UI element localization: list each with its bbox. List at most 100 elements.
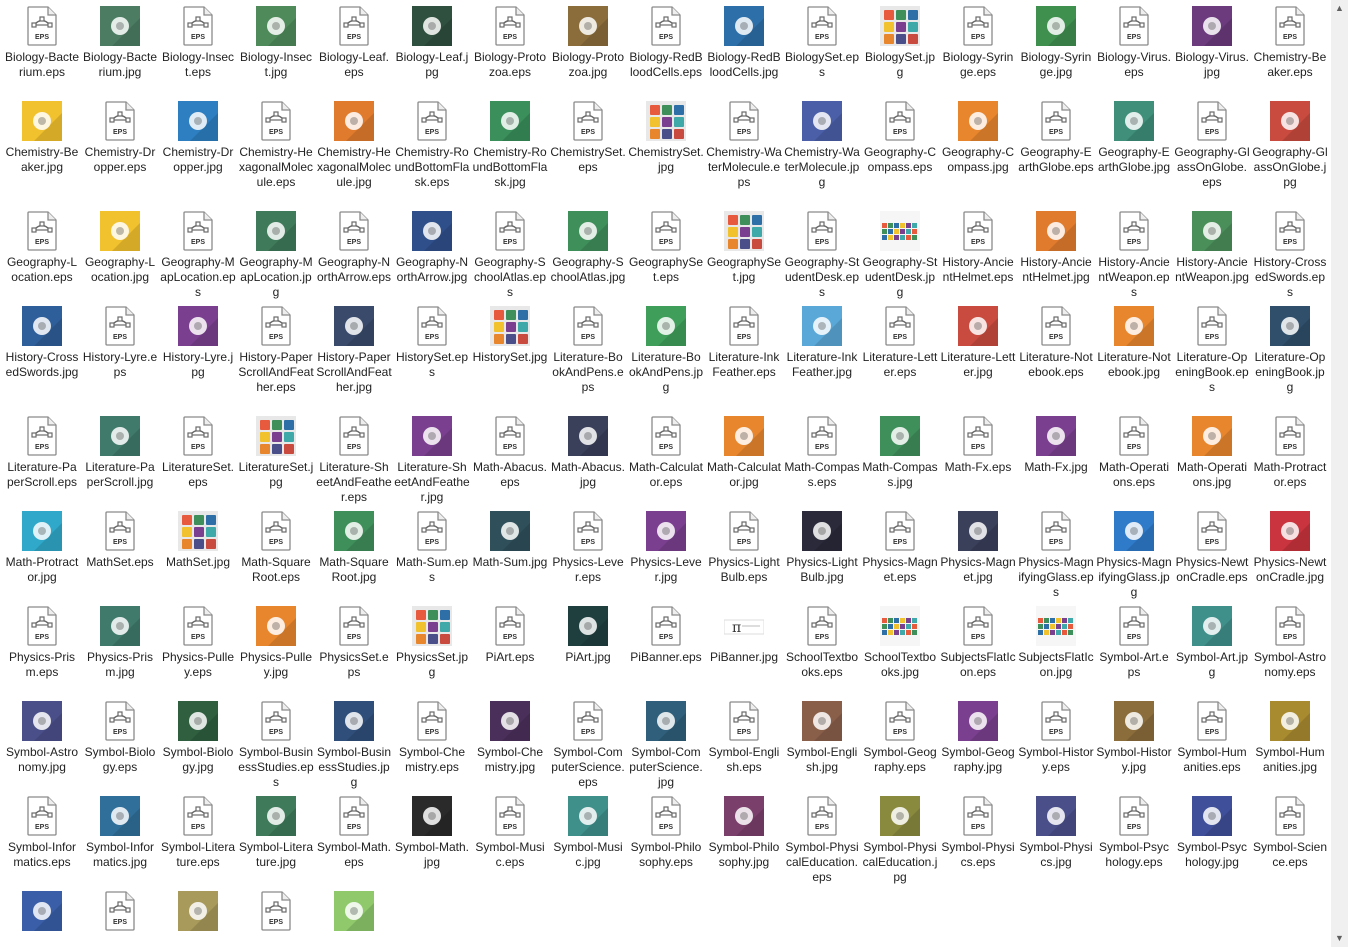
file-item[interactable]: EPS Symbol-Informatics.eps: [3, 792, 81, 870]
file-item[interactable]: EPS Symbol-Art.eps: [1095, 602, 1173, 680]
file-item[interactable]: EPS History-Lyre.eps: [81, 302, 159, 380]
file-item[interactable]: EPS Chemistry-Beaker.eps: [1251, 2, 1329, 80]
file-item[interactable]: EPS Biology-Insect.eps: [159, 2, 237, 80]
file-item[interactable]: Symbol-Psychology.jpg: [1173, 792, 1251, 870]
file-item[interactable]: EPS Symbol-Literature.eps: [159, 792, 237, 870]
file-item[interactable]: Chemistry-HexagonalMolecule.jpg: [315, 97, 393, 190]
file-item[interactable]: EPS Literature-InkFeather.eps: [705, 302, 783, 380]
file-item[interactable]: Biology-RedBloodCells.jpg: [705, 2, 783, 80]
file-item[interactable]: Symbol-Art.jpg: [1173, 602, 1251, 680]
file-item[interactable]: EPS Symbol-Geography.eps: [861, 697, 939, 775]
file-item[interactable]: Symbol-Music.jpg: [549, 792, 627, 870]
file-item[interactable]: EPS LiteratureSet.eps: [159, 412, 237, 490]
file-item[interactable]: EPS Math-Abacus.eps: [471, 412, 549, 490]
file-item[interactable]: Physics-MagnifyingGlass.jpg: [1095, 507, 1173, 600]
file-item[interactable]: Physics-Prism.jpg: [81, 602, 159, 680]
file-item[interactable]: EPS MathSet.eps: [81, 507, 159, 570]
file-item[interactable]: History-AncientHelmet.jpg: [1017, 207, 1095, 285]
file-item[interactable]: EPS Symbol-Astronomy.eps: [1251, 602, 1329, 680]
file-item[interactable]: Symbol-Physics.jpg: [1017, 792, 1095, 870]
file-item[interactable]: GeographySet.jpg: [705, 207, 783, 285]
file-item[interactable]: Biology-Bacterium.jpg: [81, 2, 159, 80]
file-item[interactable]: Geography-Location.jpg: [81, 207, 159, 285]
file-item[interactable]: Biology-Insect.jpg: [237, 2, 315, 80]
file-item[interactable]: Geography-StudentDesk.jpg: [861, 207, 939, 300]
file-item[interactable]: Geography-GlassOnGlobe.jpg: [1251, 97, 1329, 190]
file-item[interactable]: Math-Abacus.jpg: [549, 412, 627, 490]
file-item[interactable]: EPS Chemistry-RoundBottomFlask.eps: [393, 97, 471, 190]
file-item[interactable]: EPS Symbol-History.eps: [1017, 697, 1095, 775]
file-item[interactable]: Literature-Letter.jpg: [939, 302, 1017, 380]
file-item[interactable]: Math-Compass.jpg: [861, 412, 939, 490]
file-item[interactable]: Literature-Notebook.jpg: [1095, 302, 1173, 380]
file-item[interactable]: EPS Chemistry-HexagonalMolecule.eps: [237, 97, 315, 190]
file-item[interactable]: Symbol-Humanities.jpg: [1251, 697, 1329, 775]
file-item[interactable]: Biology-Virus.jpg: [1173, 2, 1251, 80]
file-item[interactable]: Literature-BookAndPens.jpg: [627, 302, 705, 395]
file-item[interactable]: EPS Literature-Letter.eps: [861, 302, 939, 380]
file-item[interactable]: EPS Symbol-English.eps: [705, 697, 783, 775]
file-item[interactable]: EPS HistorySet.eps: [393, 302, 471, 380]
file-item[interactable]: EPS Symbol-BusinessStudies.eps: [237, 697, 315, 790]
file-item[interactable]: History-AncientWeapon.jpg: [1173, 207, 1251, 285]
file-item[interactable]: EPS: [81, 887, 159, 935]
file-item[interactable]: Chemistry-WaterMolecule.jpg: [783, 97, 861, 190]
file-item[interactable]: Literature-OpeningBook.jpg: [1251, 302, 1329, 395]
file-item[interactable]: Geography-NorthArrow.jpg: [393, 207, 471, 285]
file-item[interactable]: EPS History-AncientHelmet.eps: [939, 207, 1017, 285]
scroll-up-icon[interactable]: ▲: [1331, 0, 1348, 17]
file-item[interactable]: EPS Math-Sum.eps: [393, 507, 471, 585]
file-item[interactable]: EPS Symbol-Biology.eps: [81, 697, 159, 775]
file-item[interactable]: EPS Literature-Notebook.eps: [1017, 302, 1095, 380]
file-item[interactable]: Chemistry-Dropper.jpg: [159, 97, 237, 175]
file-item[interactable]: Biology-Syringe.jpg: [1017, 2, 1095, 80]
file-item[interactable]: EPS Symbol-PhysicalEducation.eps: [783, 792, 861, 885]
file-item[interactable]: Symbol-ComputerScience.jpg: [627, 697, 705, 790]
file-item[interactable]: MathSet.jpg: [159, 507, 237, 570]
file-item[interactable]: EPS Geography-GlassOnGlobe.eps: [1173, 97, 1251, 190]
file-item[interactable]: Chemistry-RoundBottomFlask.jpg: [471, 97, 549, 190]
file-item[interactable]: EPS Biology-RedBloodCells.eps: [627, 2, 705, 80]
file-item[interactable]: [315, 887, 393, 935]
file-item[interactable]: EPS BiologySet.eps: [783, 2, 861, 80]
file-item[interactable]: Physics-Magnet.jpg: [939, 507, 1017, 585]
file-item[interactable]: Geography-EarthGlobe.jpg: [1095, 97, 1173, 175]
file-item[interactable]: Literature-InkFeather.jpg: [783, 302, 861, 380]
vertical-scrollbar[interactable]: ▲ ▼: [1331, 0, 1348, 947]
file-item[interactable]: EPS Symbol-ComputerScience.eps: [549, 697, 627, 790]
file-item[interactable]: EPS History-CrossedSwords.eps: [1251, 207, 1329, 300]
file-item[interactable]: EPS Physics-NewtonCradle.eps: [1173, 507, 1251, 585]
file-item[interactable]: EPS Symbol-Music.eps: [471, 792, 549, 870]
file-item[interactable]: BiologySet.jpg: [861, 2, 939, 80]
file-item[interactable]: Physics-LightBulb.jpg: [783, 507, 861, 585]
file-item[interactable]: EPS Geography-MapLocation.eps: [159, 207, 237, 300]
file-item[interactable]: EPS Math-Protractor.eps: [1251, 412, 1329, 490]
file-item[interactable]: EPS Physics-LightBulb.eps: [705, 507, 783, 585]
file-item[interactable]: Physics-Lever.jpg: [627, 507, 705, 585]
file-item[interactable]: EPS Physics-Pulley.eps: [159, 602, 237, 680]
file-item[interactable]: EPS SchoolTextbooks.eps: [783, 602, 861, 680]
file-item[interactable]: Physics-NewtonCradle.jpg: [1251, 507, 1329, 585]
file-item[interactable]: ChemistrySet.jpg: [627, 97, 705, 175]
file-item[interactable]: EPS Math-Compass.eps: [783, 412, 861, 490]
file-item[interactable]: EPS Symbol-Chemistry.eps: [393, 697, 471, 775]
file-item[interactable]: Physics-Pulley.jpg: [237, 602, 315, 680]
file-item[interactable]: Symbol-PhysicalEducation.jpg: [861, 792, 939, 885]
file-item[interactable]: EPS PiArt.eps: [471, 602, 549, 665]
file-item[interactable]: EPS Biology-Bacterium.eps: [3, 2, 81, 80]
file-item[interactable]: EPS Literature-PaperScroll.eps: [3, 412, 81, 490]
file-item[interactable]: Geography-MapLocation.jpg: [237, 207, 315, 300]
file-item[interactable]: EPS Chemistry-Dropper.eps: [81, 97, 159, 175]
file-item[interactable]: Literature-PaperScroll.jpg: [81, 412, 159, 490]
file-item[interactable]: LiteratureSet.jpg: [237, 412, 315, 490]
file-item[interactable]: EPS Biology-Leaf.eps: [315, 2, 393, 80]
file-item[interactable]: EPS Symbol-Philosophy.eps: [627, 792, 705, 870]
file-item[interactable]: EPS SubjectsFlatIcon.eps: [939, 602, 1017, 680]
file-item[interactable]: EPS Math-SquareRoot.eps: [237, 507, 315, 585]
file-item[interactable]: Symbol-Biology.jpg: [159, 697, 237, 775]
file-item[interactable]: EPS PhysicsSet.eps: [315, 602, 393, 680]
file-item[interactable]: Geography-SchoolAtlas.jpg: [549, 207, 627, 285]
file-item[interactable]: EPS PiBanner.eps: [627, 602, 705, 665]
file-item[interactable]: SubjectsFlatIcon.jpg: [1017, 602, 1095, 680]
file-item[interactable]: Math-Sum.jpg: [471, 507, 549, 570]
